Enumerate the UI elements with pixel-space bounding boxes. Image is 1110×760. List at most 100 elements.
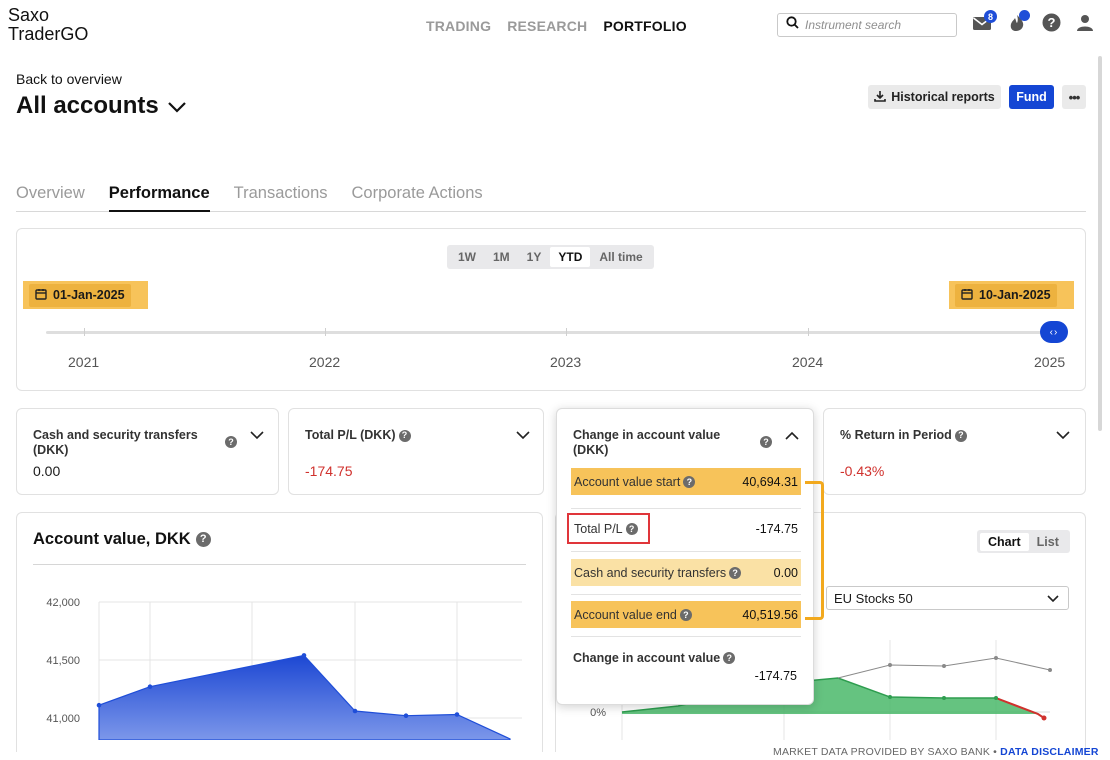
total-pl-value: -174.75 — [755, 521, 798, 536]
transfers-value: 0.00 — [773, 565, 798, 580]
period-option-1w[interactable]: 1W — [450, 247, 484, 267]
kpi-card-transfers[interactable]: Cash and security transfers (DKK) ? 0.00 — [16, 408, 279, 495]
data-point[interactable] — [403, 713, 409, 718]
timeline-tick — [808, 328, 809, 336]
divider — [571, 594, 801, 595]
data-point[interactable] — [301, 653, 307, 658]
kpi-label: Total P/L (DKK)? — [305, 428, 411, 443]
timeline-tick — [325, 328, 326, 336]
profile-button[interactable] — [1074, 14, 1096, 36]
chevron-down-icon — [250, 427, 264, 445]
data-point[interactable] — [454, 712, 460, 717]
back-to-overview-link[interactable]: Back to overview — [16, 71, 122, 87]
panel-title: Change in account value (DKK) — [573, 428, 721, 457]
info-icon[interactable]: ? — [679, 608, 692, 621]
info-icon[interactable]: ? — [729, 566, 742, 579]
download-icon — [874, 90, 887, 105]
calendar-icon — [961, 288, 973, 303]
divider — [571, 551, 801, 552]
divider — [571, 508, 801, 509]
timeline-tick — [566, 328, 567, 336]
account-value-end: 40,519.56 — [742, 607, 798, 622]
highlight-annotation-box — [567, 513, 650, 544]
brand-line-2: TraderGO — [8, 24, 89, 44]
portfolio-tabs: Overview Performance Transactions Corpor… — [16, 184, 1086, 212]
fund-button[interactable]: Fund — [1009, 85, 1054, 109]
toggle-chart[interactable]: Chart — [980, 532, 1029, 551]
page-title: All accounts — [16, 92, 159, 119]
kpi-card-total-pl[interactable]: Total P/L (DKK)? -174.75 — [288, 408, 544, 495]
timeline-tick — [84, 328, 85, 336]
benchmark-value: EU Stocks 50 — [834, 590, 913, 606]
messages-button[interactable]: 8 — [971, 10, 997, 36]
data-disclaimer-link[interactable]: DATA DISCLAIMER — [1000, 746, 1098, 758]
timeline-year-label: 2021 — [68, 354, 100, 370]
chevron-down-icon — [167, 92, 187, 120]
brand-logo[interactable]: Saxo TraderGO — [8, 6, 88, 44]
brand-line-1: Saxo — [8, 5, 50, 25]
svg-text:?: ? — [1047, 15, 1055, 30]
account-value-chart: 42,000 41,500 41,000 — [46, 597, 522, 740]
timeline-year-label: 2023 — [550, 354, 582, 370]
search-icon — [786, 16, 799, 34]
kpi-value: 0.00 — [33, 463, 61, 479]
account-value-start: 40,694.31 — [742, 474, 798, 489]
page-scrollbar[interactable] — [1098, 56, 1102, 431]
toggle-list[interactable]: List — [1029, 533, 1067, 551]
data-point[interactable] — [147, 684, 153, 689]
info-icon[interactable]: ? — [398, 429, 411, 442]
chevron-up-icon[interactable] — [785, 427, 799, 445]
info-icon[interactable]: ? — [723, 652, 736, 664]
change-in-account-value-panel[interactable]: Change in account value (DKK) ? Account v… — [556, 408, 814, 705]
end-date-picker[interactable]: 10-Jan-2025 — [949, 281, 1074, 309]
instrument-search[interactable] — [777, 13, 957, 37]
timeline-slider-handle[interactable]: ‹› — [1040, 321, 1068, 343]
tab-overview[interactable]: Overview — [16, 184, 85, 211]
divider — [33, 564, 526, 565]
historical-reports-button[interactable]: Historical reports — [868, 85, 1001, 109]
info-icon[interactable]: ? — [760, 436, 772, 448]
timeline-year-label: 2025 — [1034, 354, 1066, 370]
account-selector[interactable]: All accounts — [16, 92, 187, 120]
chevron-down-icon — [1056, 427, 1070, 445]
tab-corporate-actions[interactable]: Corporate Actions — [352, 184, 483, 211]
period-option-1m[interactable]: 1M — [485, 247, 518, 267]
tab-transactions[interactable]: Transactions — [234, 184, 328, 211]
help-button[interactable]: ? — [1040, 13, 1062, 37]
kpi-label: Cash and security transfers (DKK) — [33, 428, 198, 457]
help-icon: ? — [1042, 13, 1061, 37]
footer: MARKET DATA PROVIDED BY SAXO BANK • DATA… — [773, 746, 1099, 758]
period-option-all-time[interactable]: All time — [591, 247, 650, 267]
end-date-value: 10-Jan-2025 — [979, 288, 1051, 302]
chart-list-toggle: Chart List — [977, 530, 1070, 553]
period-option-1y[interactable]: 1Y — [519, 247, 550, 267]
nav-portfolio[interactable]: PORTFOLIO — [603, 18, 686, 34]
kpi-label: % Return in Period? — [840, 428, 967, 443]
data-point[interactable] — [96, 702, 102, 708]
kpi-value: -174.75 — [305, 463, 353, 479]
cash-security-transfers-row: Cash and security transfers? 0.00 — [571, 559, 801, 586]
tab-performance[interactable]: Performance — [108, 184, 210, 212]
more-options-button[interactable]: ••• — [1062, 85, 1086, 109]
ellipsis-icon: ••• — [1068, 89, 1081, 105]
benchmark-select[interactable]: EU Stocks 50 — [826, 586, 1069, 610]
info-icon[interactable]: ? — [954, 429, 967, 442]
data-point[interactable] — [352, 708, 358, 714]
y-tick-label: 42,000 — [46, 597, 80, 609]
bracket-annotation — [805, 481, 824, 620]
timeline-slider-track[interactable] — [46, 331, 1062, 334]
kpi-card-return[interactable]: % Return in Period? -0.43% — [823, 408, 1086, 495]
chevron-left-right-icon: ‹› — [1049, 326, 1059, 338]
start-date-picker[interactable]: 01-Jan-2025 — [23, 281, 148, 309]
calendar-icon — [35, 288, 47, 303]
nav-research[interactable]: RESEARCH — [507, 18, 587, 34]
nav-trading[interactable]: TRADING — [426, 18, 491, 34]
mail-badge: 8 — [984, 10, 997, 23]
activity-button[interactable] — [1006, 10, 1030, 36]
info-icon[interactable]: ? — [683, 475, 696, 488]
period-option-ytd[interactable]: YTD — [550, 247, 591, 267]
kpi-value: -0.43% — [840, 463, 885, 479]
search-input[interactable] — [805, 18, 945, 32]
info-icon[interactable]: ? — [195, 531, 211, 547]
info-icon[interactable]: ? — [225, 436, 237, 448]
